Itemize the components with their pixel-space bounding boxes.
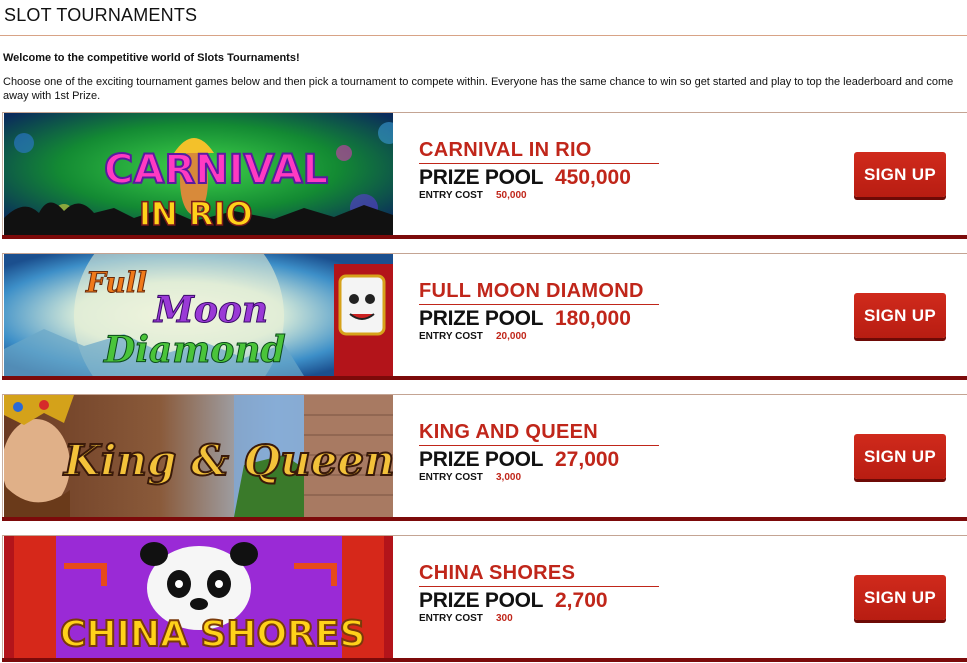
prize-pool-label: PRIZE POOL: [419, 589, 544, 612]
tournament-info: CHINA SHORES PRIZE POOL 2,700 ENTRY COST…: [419, 562, 659, 625]
logo-full: Full: [85, 266, 147, 299]
prize-pool-value: 27,000: [555, 448, 620, 471]
china-shores-banner[interactable]: CHINA SHORES: [4, 536, 393, 658]
name-divider: [419, 445, 659, 446]
tournament-info: KING AND QUEEN PRIZE POOL 27,000 ENTRY C…: [419, 421, 659, 484]
entry-cost-value: 300: [496, 613, 513, 624]
entry-cost-value: 50,000: [496, 190, 527, 201]
tournament-card-full-moon-diamond: Full Moon Diamond FULL MOON DIAMOND PRIZ…: [2, 253, 967, 380]
prize-pool-value: 2,700: [555, 589, 608, 612]
entry-cost-value: 20,000: [496, 331, 527, 342]
carnival-in-rio-banner[interactable]: CARNIVAL IN RIO: [4, 113, 393, 235]
prize-pool-label: PRIZE POOL: [419, 307, 544, 330]
entry-cost-label: ENTRY COST: [419, 190, 483, 201]
prize-pool-value: 450,000: [555, 166, 631, 189]
tournament-name: CARNIVAL IN RIO: [419, 139, 592, 161]
logo-moon: Moon: [152, 289, 268, 331]
prize-pool-label: PRIZE POOL: [419, 166, 544, 189]
sign-up-button[interactable]: SIGN UP: [854, 152, 946, 197]
title-divider: [0, 35, 967, 36]
tournament-card-carnival-in-rio: CARNIVAL IN RIO CARNIVAL IN RIO PRIZE PO…: [2, 112, 967, 239]
intro-text: Choose one of the exciting tournament ga…: [3, 76, 954, 102]
king-and-queen-banner[interactable]: King & Queen: [4, 395, 393, 517]
name-divider: [419, 586, 659, 587]
carnival-logo-top: CARNIVAL: [104, 147, 328, 193]
card-bottom-bar: [2, 235, 967, 239]
full-moon-diamond-banner[interactable]: Full Moon Diamond: [4, 254, 393, 376]
tournament-name: FULL MOON DIAMOND: [419, 280, 644, 302]
prize-pool-label: PRIZE POOL: [419, 448, 544, 471]
tournament-name: KING AND QUEEN: [419, 421, 599, 443]
sign-up-button[interactable]: SIGN UP: [854, 575, 946, 620]
tournament-info: FULL MOON DIAMOND PRIZE POOL 180,000 ENT…: [419, 280, 659, 343]
tournament-card-china-shores: CHINA SHORES CHINA SHORES PRIZE POOL 2,7…: [2, 535, 967, 662]
welcome-heading: Welcome to the competitive world of Slot…: [3, 52, 300, 64]
entry-cost-label: ENTRY COST: [419, 613, 483, 624]
tournament-name: CHINA SHORES: [419, 562, 576, 584]
card-bottom-bar: [2, 517, 967, 521]
prize-pool-value: 180,000: [555, 307, 631, 330]
card-bottom-bar: [2, 658, 967, 662]
logo-diamond: Diamond: [103, 329, 286, 371]
tournament-card-king-and-queen: King & Queen KING AND QUEEN PRIZE POOL 2…: [2, 394, 967, 521]
china-shores-logo: CHINA SHORES: [60, 614, 365, 655]
name-divider: [419, 163, 659, 164]
entry-cost-label: ENTRY COST: [419, 472, 483, 483]
carnival-logo-bottom: IN RIO: [139, 195, 253, 233]
entry-cost-value: 3,000: [496, 472, 522, 483]
entry-cost-label: ENTRY COST: [419, 331, 483, 342]
sign-up-button[interactable]: SIGN UP: [854, 293, 946, 338]
page-title: SLOT TOURNAMENTS: [4, 5, 198, 25]
tournament-info: CARNIVAL IN RIO PRIZE POOL 450,000 ENTRY…: [419, 139, 659, 202]
name-divider: [419, 304, 659, 305]
king-and-queen-logo: King & Queen: [63, 436, 393, 485]
sign-up-button[interactable]: SIGN UP: [854, 434, 946, 479]
card-bottom-bar: [2, 376, 967, 380]
